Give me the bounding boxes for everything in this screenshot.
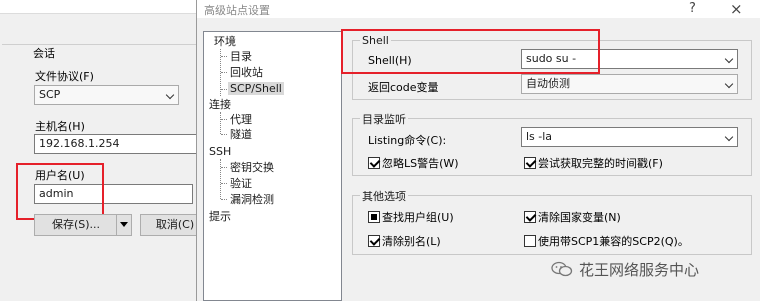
highlight-box-username: [16, 163, 104, 220]
checkbox-indeterminate-icon: [368, 211, 380, 223]
return-code-value: 自动侦测: [526, 77, 570, 90]
session-panel: 会话 文件协议(F) SCP 主机名(H) 192.168.1.254 用户名(…: [0, 0, 210, 301]
tree-item-tunnel[interactable]: 隧道: [230, 128, 252, 141]
dir-listing-group-title: 目录监听: [360, 111, 408, 127]
full-timestamp-checkbox[interactable]: 尝试获取完整的时间戳(F): [524, 155, 663, 171]
tree-item-proxy[interactable]: 代理: [230, 113, 252, 126]
listing-command-value: ls -la: [526, 130, 553, 143]
session-section-label: 会话: [33, 47, 55, 60]
tree-item-env[interactable]: 环境: [214, 35, 236, 48]
checkbox-unchecked-icon: [524, 235, 536, 247]
tree-item-scp-shell[interactable]: SCP/Shell: [228, 82, 284, 95]
return-code-label: 返回code变量: [368, 81, 439, 94]
tree-item-kex[interactable]: 密钥交换: [230, 161, 274, 174]
listing-command-combobox[interactable]: ls -la: [521, 127, 738, 147]
dialog-title: 高级站点设置: [204, 4, 270, 17]
host-input[interactable]: 192.168.1.254: [34, 134, 210, 154]
checkbox-checked-icon: [368, 235, 380, 247]
clear-aliases-checkbox[interactable]: 清除别名(L): [368, 233, 441, 249]
tree-item-ssh[interactable]: SSH: [209, 145, 231, 158]
wechat-icon: [551, 261, 573, 277]
advanced-site-settings-dialog: 高级站点设置 ? × 环境 目录 回收站 SCP/Shell 连接 代理 隧道 …: [196, 0, 760, 301]
dialog-titlebar: 高级站点设置 ? ×: [197, 0, 760, 18]
checkbox-checked-icon: [524, 211, 536, 223]
close-button[interactable]: ×: [730, 0, 743, 18]
chevron-down-icon: [165, 90, 175, 100]
ignore-ls-warning-checkbox[interactable]: 忽略LS警告(W): [368, 155, 459, 171]
return-code-select[interactable]: 自动侦测: [521, 74, 738, 94]
caret-down-icon: [120, 222, 128, 227]
tree-item-auth[interactable]: 验证: [230, 177, 252, 190]
watermark-text: 花王网络服务中心: [579, 261, 700, 279]
lookup-user-groups-checkbox[interactable]: 查找用户组(U): [368, 209, 454, 225]
highlight-box-shell: [341, 29, 600, 74]
checkbox-checked-icon: [368, 157, 380, 169]
chevron-down-icon: [724, 79, 734, 89]
scp2-compat-checkbox[interactable]: 使用带SCP1兼容的SCP2(Q)。: [524, 233, 689, 249]
save-button[interactable]: 保存(S)...: [34, 214, 118, 236]
tree-item-note[interactable]: 提示: [209, 210, 231, 223]
checkbox-checked-icon: [524, 157, 536, 169]
host-label: 主机名(H): [35, 120, 85, 133]
chevron-down-icon: [724, 132, 734, 142]
listing-command-label: Listing命令(C):: [368, 134, 447, 147]
clear-national-vars-checkbox[interactable]: 清除国家变量(N): [524, 209, 621, 225]
tree-item-dir[interactable]: 目录: [230, 50, 252, 63]
tree-item-connection[interactable]: 连接: [209, 98, 231, 111]
watermark: 花王网络服务中心: [551, 259, 699, 280]
protocol-select[interactable]: SCP: [34, 85, 179, 105]
protocol-value: SCP: [39, 88, 61, 101]
help-button[interactable]: ?: [689, 1, 696, 16]
settings-tree: 环境 目录 回收站 SCP/Shell 连接 代理 隧道 SSH 密钥交换 验证…: [203, 31, 342, 301]
tree-item-recycle[interactable]: 回收站: [230, 66, 263, 79]
tree-item-bugs[interactable]: 漏洞检测: [230, 193, 274, 206]
back-window-titlebar: [0, 0, 210, 14]
other-options-group-title: 其他选项: [360, 188, 408, 204]
protocol-label: 文件协议(F): [35, 70, 94, 83]
save-dropdown-button[interactable]: [116, 214, 132, 236]
chevron-down-icon: [724, 54, 734, 64]
